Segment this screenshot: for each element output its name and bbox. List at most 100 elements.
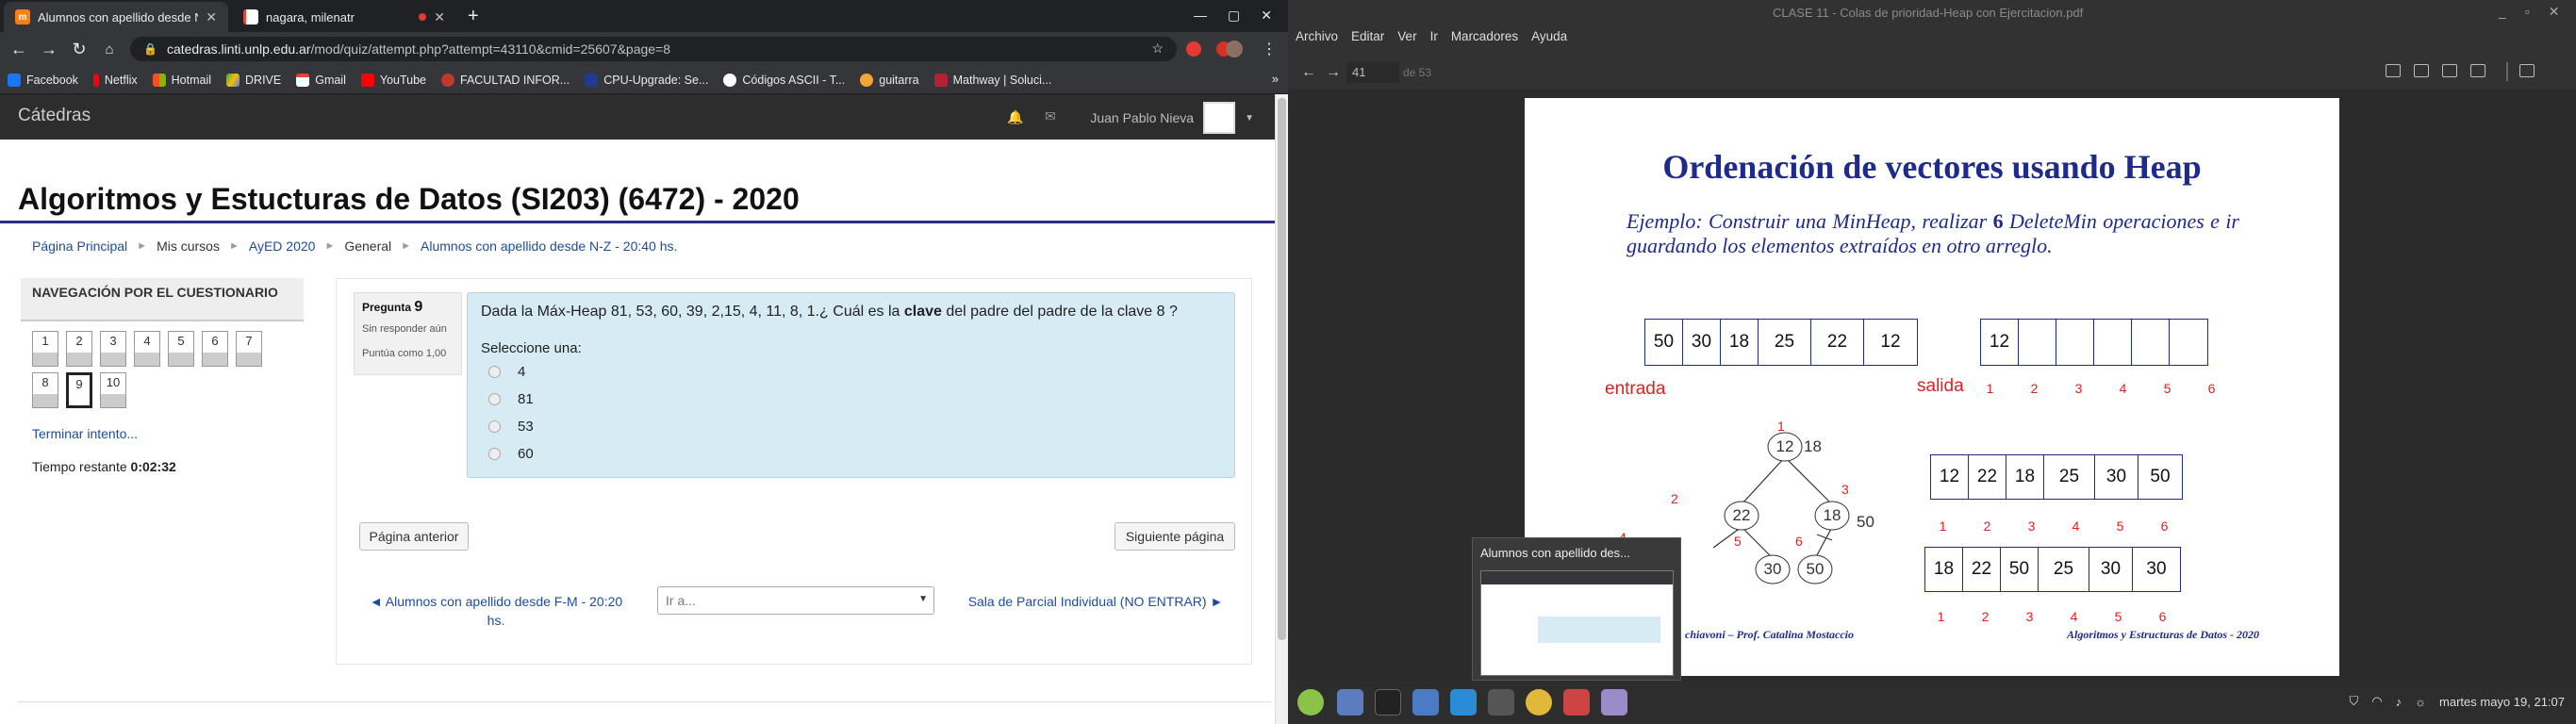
maximize-icon[interactable]: ▫	[2525, 4, 2530, 20]
site-brand[interactable]: Cátedras	[18, 106, 91, 126]
back-icon[interactable]: ←	[8, 38, 30, 60]
radio-button[interactable]	[488, 448, 501, 460]
quiz-nav-button[interactable]: 6	[202, 331, 228, 367]
close-window-icon[interactable]: ✕	[2549, 4, 2560, 20]
bookmark-youtube[interactable]: YouTube	[360, 73, 426, 87]
bookmark-drive[interactable]: DRIVE	[226, 73, 281, 87]
quiz-nav-button[interactable]: 3	[100, 331, 126, 367]
answer-option[interactable]: 60	[488, 440, 1221, 468]
answer-option[interactable]: 4	[488, 358, 1221, 386]
window-preview-thumbnail[interactable]	[1480, 570, 1674, 676]
menu-ir[interactable]: Ir	[1430, 29, 1438, 43]
document-viewer-icon[interactable]	[1563, 689, 1590, 716]
notifications-icon[interactable]: 🔔	[1007, 109, 1023, 125]
bookmarks-overflow-icon[interactable]: »	[1272, 72, 1279, 86]
page-scrollbar[interactable]	[1275, 94, 1288, 724]
mint-menu-icon[interactable]	[1297, 689, 1324, 716]
wifi-icon[interactable]: ◠	[2371, 694, 2382, 709]
radio-button[interactable]	[488, 366, 501, 378]
previous-page-button[interactable]: Página anterior	[359, 522, 469, 551]
minimize-icon[interactable]: —	[1194, 8, 1207, 24]
fit-width-icon[interactable]	[2386, 64, 2401, 77]
finish-attempt-link[interactable]: Terminar intento...	[32, 426, 138, 441]
minimize-icon[interactable]: _	[2499, 4, 2506, 20]
reload-icon[interactable]: ↻	[68, 38, 91, 60]
bookmark-facultad[interactable]: FACULTAD INFOR...	[441, 73, 570, 87]
next-page-button[interactable]: Siguiente página	[1115, 522, 1235, 551]
bookmark-facebook[interactable]: Facebook	[8, 73, 78, 87]
tree-side-label: 50	[1857, 513, 1874, 531]
user-menu[interactable]: Juan Pablo Nieva ▼	[1090, 102, 1254, 134]
music-icon[interactable]: ♪	[2396, 695, 2403, 709]
forward-icon[interactable]: →	[38, 38, 60, 60]
close-tab-icon[interactable]: ✕	[206, 9, 217, 25]
menu-archivo[interactable]: Archivo	[1296, 29, 1338, 43]
avatar	[1203, 102, 1236, 134]
previous-page-icon[interactable]: ←	[1301, 64, 1316, 81]
show-desktop-icon[interactable]	[1337, 689, 1363, 716]
app-icon[interactable]	[1488, 689, 1514, 716]
menu-editar[interactable]: Editar	[1351, 29, 1384, 43]
tab-alumnos[interactable]: m Alumnos con apellido desde N ✕	[4, 2, 228, 32]
previous-activity-link[interactable]: ◄ Alumnos con apellido desde F-M - 20:20…	[368, 592, 624, 630]
new-tab-icon[interactable]: +	[468, 6, 479, 27]
scrollbar-thumb[interactable]	[1278, 98, 1286, 640]
menu-ayuda[interactable]: Ayuda	[1531, 29, 1567, 43]
menu-marcadores[interactable]: Marcadores	[1451, 29, 1518, 43]
fullscreen-icon[interactable]	[2470, 64, 2485, 77]
jump-to-select[interactable]: Ir a... ▼	[657, 586, 934, 615]
quiz-nav-button-current[interactable]: 9	[66, 372, 92, 408]
quiz-nav-button[interactable]: 4	[134, 331, 160, 367]
messages-icon[interactable]: ✉	[1045, 108, 1056, 124]
chrome-icon[interactable]	[1526, 689, 1552, 716]
answer-option[interactable]: 53	[488, 413, 1221, 440]
vscode-icon[interactable]	[1450, 689, 1477, 716]
radio-button[interactable]	[488, 393, 501, 405]
next-activity-link[interactable]: Sala de Parcial Individual (NO ENTRAR) ►	[964, 592, 1228, 611]
sidebar-toggle-icon[interactable]	[2519, 64, 2535, 77]
maximize-icon[interactable]: ▢	[1228, 8, 1240, 24]
brightness-icon[interactable]: ☼	[2415, 695, 2426, 709]
bookmark-ascii[interactable]: Códigos ASCII - T...	[723, 73, 845, 87]
zoom-out-icon[interactable]	[2442, 64, 2457, 77]
extension-icon[interactable]	[1186, 41, 1201, 57]
quiz-nav-button[interactable]: 8	[32, 372, 58, 408]
quiz-navigation-block: NAVEGACIÓN POR EL CUESTIONARIO 1 2 3 4 5…	[21, 278, 304, 474]
breadcrumb-home[interactable]: Página Principal	[32, 239, 127, 254]
breadcrumb-activity[interactable]: Alumnos con apellido desde N-Z - 20:40 h…	[421, 239, 677, 254]
bookmark-mathway[interactable]: Mathway | Soluci...	[933, 73, 1051, 87]
clock[interactable]: martes mayo 19, 21:07	[2439, 695, 2565, 709]
quiz-nav-button[interactable]: 2	[66, 331, 92, 367]
quiz-nav-button[interactable]: 1	[32, 331, 58, 367]
star-icon[interactable]: ☆	[1151, 41, 1164, 57]
home-icon[interactable]: ⌂	[98, 38, 121, 60]
files-icon[interactable]	[1412, 689, 1439, 716]
radio-button[interactable]	[488, 420, 501, 433]
address-bar[interactable]: 🔒 catedras.linti.unlp.edu.ar/mod/quiz/at…	[130, 37, 1177, 61]
window-preview-popup[interactable]: Alumnos con apellido des...	[1472, 537, 1681, 681]
menu-icon[interactable]: ⋮	[1262, 40, 1277, 58]
notes-icon[interactable]	[1601, 689, 1627, 716]
profile-avatar[interactable]	[1226, 41, 1243, 58]
bookmark-hotmail[interactable]: Hotmail	[152, 73, 211, 87]
next-page-icon[interactable]: →	[1326, 64, 1341, 81]
quiz-nav-button[interactable]: 10	[100, 372, 126, 408]
bookmark-netflix[interactable]: Netflix	[92, 73, 138, 87]
page-number-input[interactable]: 41	[1346, 62, 1399, 83]
quiz-nav-button[interactable]: 7	[236, 331, 262, 367]
bookmark-cpu-upgrade[interactable]: CPU-Upgrade: Se...	[585, 73, 708, 87]
breadcrumb-course[interactable]: AyED 2020	[249, 239, 316, 254]
quiz-nav-button[interactable]: 5	[168, 331, 194, 367]
menu-ver[interactable]: Ver	[1397, 29, 1416, 43]
close-tab-icon[interactable]: ✕	[434, 9, 445, 25]
answer-option[interactable]: 81	[488, 386, 1221, 413]
shield-icon[interactable]: ⛉	[2350, 694, 2359, 709]
close-window-icon[interactable]: ✕	[1261, 8, 1272, 24]
bookmark-gmail[interactable]: Gmail	[296, 73, 346, 87]
bookmark-guitarra[interactable]: guitarra	[860, 73, 919, 87]
breadcrumb-general[interactable]: General	[344, 239, 391, 254]
breadcrumb-mis-cursos[interactable]: Mis cursos	[157, 239, 220, 254]
tab-nagara[interactable]: nagara, milenatr ✕	[232, 2, 456, 32]
terminal-icon[interactable]	[1375, 689, 1401, 716]
zoom-in-icon[interactable]	[2414, 64, 2429, 77]
